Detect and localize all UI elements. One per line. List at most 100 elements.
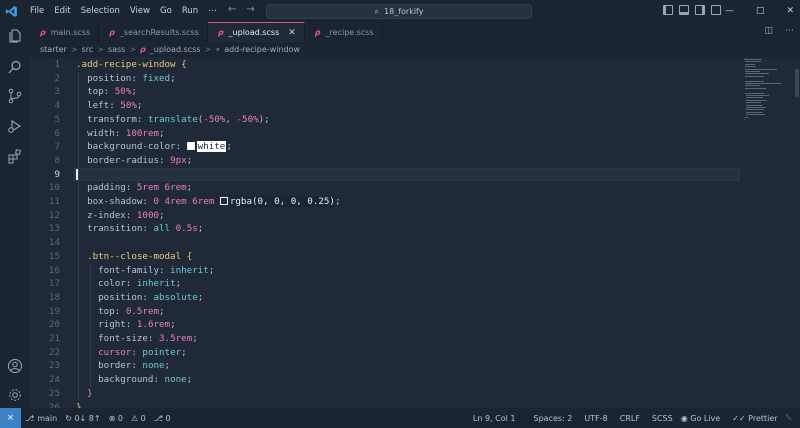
code-line[interactable]: 18 position: absolute;	[30, 291, 800, 305]
back-arrow-icon[interactable]: ←	[228, 4, 236, 15]
minimap-line	[745, 87, 766, 89]
minimize-icon[interactable]: —	[725, 6, 734, 16]
sync-status[interactable]: ↻ 0↓ 8↑	[61, 414, 104, 423]
breadcrumb-src[interactable]: src	[82, 45, 94, 54]
code-line[interactable]: 6 width: 100rem;	[30, 127, 800, 141]
errors-count[interactable]: ⊗ 0	[105, 414, 127, 423]
close-window-icon[interactable]: ✕	[786, 6, 794, 16]
code-line[interactable]: 7 background-color: white;	[30, 140, 800, 154]
source-control-icon[interactable]	[7, 88, 23, 104]
menu-go[interactable]: Go	[155, 0, 177, 22]
command-center-search[interactable]: ⌕ 18_forkify	[266, 4, 532, 19]
notifications-bell-icon[interactable]: ␇	[782, 413, 796, 423]
menu-view[interactable]: View	[125, 0, 155, 22]
code-line[interactable]: 25 }	[30, 387, 800, 401]
breadcrumb-selector[interactable]: add-recipe-window	[224, 45, 300, 54]
code-line[interactable]: 3 top: 50%;	[30, 85, 800, 99]
menu-selection[interactable]: Selection	[76, 0, 125, 22]
code-line[interactable]: 11 box-shadow: 0 4rem 6rem rgba(0, 0, 0,…	[30, 195, 800, 209]
code-editor[interactable]: 1 .add-recipe-window {2 position: fixed; 3…	[30, 57, 800, 408]
code-line[interactable]: 16 font-family: inherit;	[30, 264, 800, 278]
code-line[interactable]: 1 .add-recipe-window {	[30, 58, 800, 72]
tab-main-scss[interactable]: ρ main.scss	[30, 22, 100, 42]
line-number: 24	[48, 374, 60, 386]
language-mode[interactable]: SCSS	[648, 414, 677, 423]
code-token: ;	[159, 305, 165, 317]
remote-indicator-icon[interactable]: ⨯	[0, 408, 21, 428]
code-token: 9px	[170, 154, 187, 166]
code-token: ;	[186, 374, 193, 386]
breadcrumb: starter > src > sass > ρ _upload.scss > …	[40, 42, 300, 57]
close-tab-icon[interactable]: ✕	[288, 28, 296, 38]
code-line[interactable]: 17 color: inherit;	[30, 277, 800, 291]
search-sidebar-icon[interactable]	[7, 59, 23, 75]
extensions-icon[interactable]	[7, 148, 23, 164]
code-token: transform:	[87, 113, 148, 125]
forward-arrow-icon[interactable]: →	[246, 4, 254, 15]
encoding[interactable]: UTF-8	[580, 414, 611, 423]
line-number: 14	[48, 237, 60, 249]
cursor-position[interactable]: Ln 9, Col 1	[469, 414, 520, 423]
tab-searchresults-scss[interactable]: ρ _searchResults.scss	[99, 22, 208, 42]
toggle-sidebar-icon[interactable]	[663, 5, 673, 15]
more-actions-icon[interactable]: ⋯	[785, 26, 794, 36]
editor-scrollbar[interactable]	[795, 57, 800, 408]
breadcrumb-file[interactable]: _upload.scss	[150, 45, 201, 54]
minimap-line	[745, 116, 748, 118]
customize-layout-icon[interactable]	[711, 5, 721, 15]
indentation[interactable]: Spaces: 2	[529, 414, 576, 423]
end-of-line[interactable]: CRLF	[616, 414, 644, 423]
code-line[interactable]: 14	[30, 236, 800, 250]
toggle-secondary-sidebar-icon[interactable]	[695, 5, 705, 15]
code-line[interactable]: 23 border: none;	[30, 359, 800, 373]
code-line[interactable]: 9	[30, 167, 800, 182]
code-line[interactable]: 8 border-radius: 9px;	[30, 154, 800, 168]
line-code: z-index: 1000;	[76, 209, 164, 223]
code-line[interactable]: 4 left: 50%;	[30, 99, 800, 113]
explorer-icon[interactable]	[7, 28, 23, 44]
prettier-status[interactable]: ✓✓ Prettier	[728, 414, 781, 423]
minimap-line	[745, 73, 769, 75]
line-number: 3	[54, 86, 60, 98]
menu-more-icon[interactable]: ⋯	[203, 0, 222, 22]
scroll-thumb[interactable]	[795, 69, 799, 97]
code-line[interactable]: 5 transform: translate(-50%, -50%);	[30, 113, 800, 127]
tab-recipe-scss[interactable]: ρ _recipe.scss	[305, 22, 383, 42]
code-line[interactable]: 10 padding: 5rem 6rem;	[30, 181, 800, 195]
title-bar: File Edit Selection View Go Run ⋯ ← → ⌕ …	[0, 0, 800, 22]
menu-run[interactable]: Run	[177, 0, 203, 22]
minimap-line	[745, 85, 760, 87]
menu-file[interactable]: File	[25, 0, 49, 22]
breadcrumb-starter[interactable]: starter	[40, 45, 67, 54]
accounts-icon[interactable]	[7, 358, 23, 374]
code-token: 5rem 6rem	[136, 182, 187, 194]
code-token: 3.5rem	[159, 333, 193, 344]
code-token: left:	[87, 100, 121, 112]
code-line[interactable]: 26}	[30, 401, 800, 409]
code-line[interactable]: 22 cursor: pointer;	[30, 346, 800, 360]
warnings-count[interactable]: ⚠ 0	[127, 414, 150, 423]
branch-indicator[interactable]: ⎇ main	[21, 414, 61, 423]
breadcrumb-separator-icon: >	[129, 45, 137, 54]
code-line[interactable]: 20 right: 1.6rem;	[30, 318, 800, 332]
run-debug-icon[interactable]	[7, 118, 23, 134]
toggle-panel-icon[interactable]	[679, 5, 689, 15]
code-line[interactable]: 2 position: fixed;	[30, 72, 800, 86]
code-line[interactable]: 12 z-index: 1000;	[30, 209, 800, 223]
breadcrumb-sass[interactable]: sass	[108, 45, 125, 54]
code-line[interactable]: 21 font-size: 3.5rem;	[30, 332, 800, 346]
code-line[interactable]: 19 top: 0.5rem;	[30, 305, 800, 319]
line-number: 7	[54, 141, 60, 153]
ports-count[interactable]: ⎇ 0	[150, 414, 175, 423]
maximize-icon[interactable]: □	[756, 6, 765, 16]
menu-edit[interactable]: Edit	[49, 0, 75, 22]
settings-gear-icon[interactable]	[7, 387, 23, 403]
minimap[interactable]	[744, 57, 790, 408]
code-line[interactable]: 24 background: none;	[30, 373, 800, 387]
code-line[interactable]: 15 .btn--close-modal {	[30, 250, 800, 264]
go-live-button[interactable]: ◉ Go Live	[677, 414, 725, 423]
split-editor-icon[interactable]: ◫	[764, 26, 773, 36]
line-code: font-family: inherit;	[76, 264, 214, 278]
tab-upload-scss[interactable]: ρ _upload.scss ✕	[207, 22, 305, 42]
code-line[interactable]: 13 transition: all 0.5s;	[30, 222, 800, 236]
